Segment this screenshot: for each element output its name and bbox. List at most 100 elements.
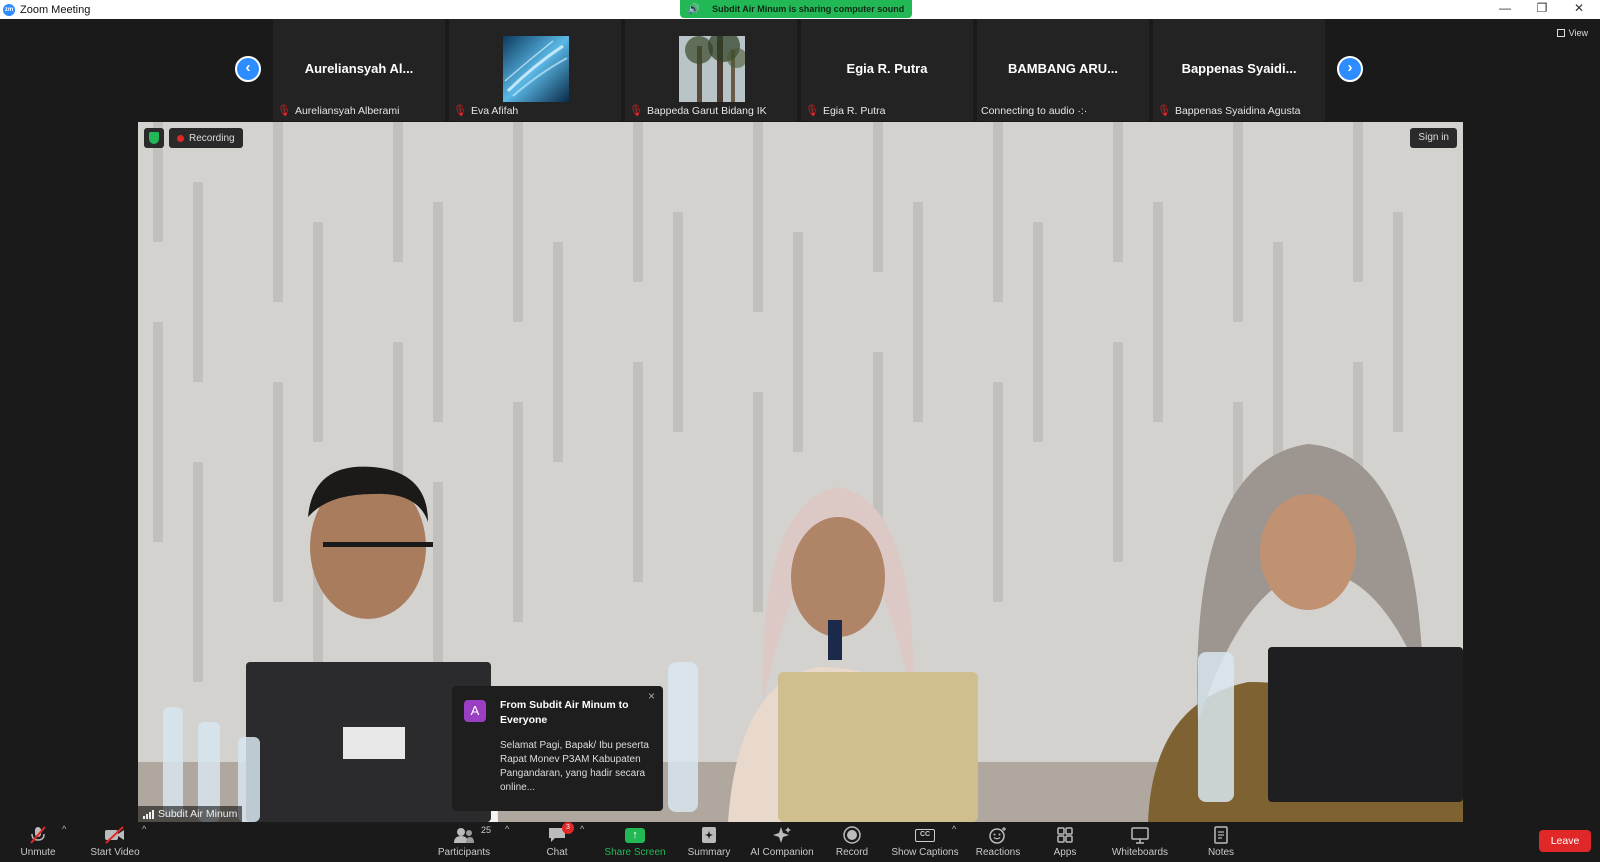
- participants-label: Participants: [437, 847, 491, 858]
- chat-sender: From Subdit Air Minum to Everyone: [500, 699, 629, 726]
- start-video-label: Start Video: [90, 847, 140, 858]
- participant-gallery-strip: View ‹ Aureliansyah Al... 🎙 Aureliansyah …: [0, 19, 1600, 121]
- apps-icon: [1054, 826, 1076, 844]
- participant-name: Aureliansyah Alberami: [294, 104, 400, 117]
- gallery-prev-button[interactable]: ‹: [235, 56, 261, 82]
- participant-tile[interactable]: 🎙 Bappeda Garut Bidang IK: [625, 19, 797, 121]
- notes-icon: [1210, 826, 1232, 844]
- close-icon[interactable]: ×: [648, 689, 655, 703]
- view-button[interactable]: View: [1556, 28, 1588, 38]
- notes-button[interactable]: Notes: [1200, 822, 1242, 862]
- show-captions-button[interactable]: CC Show Captions: [889, 822, 961, 862]
- whiteboards-button[interactable]: Whiteboards: [1106, 822, 1174, 862]
- sign-in-button[interactable]: Sign in: [1410, 128, 1457, 148]
- video-options-caret[interactable]: ^: [142, 824, 146, 834]
- participants-count: 25: [480, 825, 491, 835]
- meeting-toolbar: Unmute ^ Start Video ^ 25 Participants ^…: [0, 822, 1600, 862]
- participant-tile[interactable]: Aureliansyah Al... 🎙 Aureliansyah Alberam…: [273, 19, 445, 121]
- whiteboard-icon: [1129, 826, 1151, 844]
- signal-bars-icon: [143, 809, 154, 819]
- apps-label: Apps: [1053, 847, 1077, 858]
- participant-name: Egia R. Putra: [822, 104, 886, 117]
- chat-notification-popup[interactable]: A From Subdit Air Minum to Everyone × Se…: [452, 686, 663, 811]
- share-screen-label: Share Screen: [604, 847, 666, 858]
- record-icon: [841, 826, 863, 844]
- video-off-icon: [104, 826, 126, 844]
- participant-tile[interactable]: BAMBANG ARU... Connecting to audio ·:·: [977, 19, 1149, 121]
- mic-muted-icon: [27, 826, 49, 844]
- recording-label: Recording: [189, 132, 235, 144]
- participants-options-caret[interactable]: ^: [505, 824, 509, 834]
- gallery-next-button[interactable]: ›: [1337, 56, 1363, 82]
- chat-unread-badge: 3: [562, 822, 574, 834]
- grid-view-icon: [1556, 29, 1565, 37]
- participant-display-name: BAMBANG ARU...: [1007, 61, 1118, 76]
- apps-button[interactable]: Apps: [1049, 822, 1081, 862]
- reactions-label: Reactions: [975, 847, 1021, 858]
- participant-name: Bappeda Garut Bidang IK: [646, 104, 767, 117]
- participant-name: Eva Afifah: [470, 104, 519, 117]
- participants-button[interactable]: 25 Participants: [433, 822, 495, 862]
- unmute-label: Unmute: [20, 847, 56, 858]
- captions-options-caret[interactable]: ^: [952, 824, 956, 834]
- participant-tile[interactable]: Egia R. Putra 🎙 Egia R. Putra: [801, 19, 973, 121]
- ai-companion-button[interactable]: AI Companion: [747, 822, 817, 862]
- speaker-name: Subdit Air Minum: [158, 808, 238, 820]
- mic-muted-icon: 🎙: [629, 105, 643, 117]
- summary-button[interactable]: Summary: [683, 822, 735, 862]
- view-label: View: [1568, 28, 1588, 38]
- recording-indicator[interactable]: Recording: [169, 128, 243, 148]
- share-screen-button[interactable]: ↑ Share Screen: [603, 822, 667, 862]
- profile-picture-feathers: [503, 36, 569, 102]
- mic-muted-icon: 🎙: [805, 105, 819, 117]
- reactions-button[interactable]: Reactions: [972, 822, 1024, 862]
- participant-tile[interactable]: 🎙 Eva Afifah: [449, 19, 621, 121]
- participant-name: Bappenas Syaidina Agusta: [1174, 104, 1301, 117]
- participants-icon: 25: [453, 825, 491, 844]
- window-title: Zoom Meeting: [20, 3, 91, 16]
- speaker-icon: 🔊: [687, 3, 701, 15]
- sharing-sound-text: Subdit Air Minum is sharing computer sou…: [712, 4, 905, 14]
- close-button[interactable]: ✕: [1561, 0, 1597, 19]
- restore-button[interactable]: ❐: [1524, 0, 1560, 19]
- start-video-button[interactable]: Start Video: [86, 822, 144, 862]
- ai-sparkle-icon: [771, 826, 793, 844]
- sender-avatar: A: [464, 700, 486, 722]
- chat-button[interactable]: 3 Chat: [537, 822, 577, 862]
- participant-tile[interactable]: Bappenas Syaidi... 🎙 Bappenas Syaidina Ag…: [1153, 19, 1325, 121]
- active-speaker-video[interactable]: Recording Sign in Subdit Air Minum: [138, 122, 1463, 822]
- participant-name: Connecting to audio ·:·: [981, 105, 1088, 117]
- whiteboards-label: Whiteboards: [1111, 847, 1169, 858]
- encryption-shield-icon[interactable]: [144, 128, 164, 148]
- share-screen-icon: ↑: [625, 827, 645, 843]
- participant-display-name: Bappenas Syaidi...: [1181, 61, 1297, 76]
- summary-icon: [698, 826, 720, 844]
- notes-label: Notes: [1207, 847, 1235, 858]
- reactions-smiley-icon: [987, 826, 1009, 844]
- participant-display-name: Egia R. Putra: [846, 61, 928, 76]
- audio-options-caret[interactable]: ^: [62, 824, 66, 834]
- mic-muted-icon: 🎙: [277, 105, 291, 117]
- mic-muted-icon: 🎙: [453, 105, 467, 117]
- chat-options-caret[interactable]: ^: [580, 824, 584, 834]
- sharing-sound-banner[interactable]: 🔊 Subdit Air Minum is sharing computer s…: [680, 0, 912, 18]
- ai-companion-label: AI Companion: [750, 847, 814, 858]
- participant-display-name: Aureliansyah Al...: [304, 61, 414, 76]
- speaker-name-tag: Subdit Air Minum: [138, 806, 243, 822]
- video-frame-meeting-room: [138, 122, 1463, 822]
- recording-dot-icon: [177, 134, 184, 142]
- record-label: Record: [835, 847, 869, 858]
- leave-button[interactable]: Leave: [1539, 830, 1591, 852]
- minimize-button[interactable]: —: [1487, 0, 1523, 19]
- chat-label: Chat: [546, 847, 568, 858]
- chat-message: Selamat Pagi, Bapak/ Ibu peserta Rapat M…: [500, 740, 649, 793]
- zoom-logo-icon: zm: [3, 3, 15, 16]
- record-button[interactable]: Record: [830, 822, 874, 862]
- closed-captions-icon: CC: [915, 828, 935, 842]
- unmute-button[interactable]: Unmute: [14, 822, 62, 862]
- mic-muted-icon: 🎙: [1157, 105, 1171, 117]
- summary-label: Summary: [687, 847, 731, 858]
- show-captions-label: Show Captions: [891, 847, 959, 858]
- profile-picture-forest: [679, 36, 745, 102]
- chat-icon: 3: [546, 822, 574, 844]
